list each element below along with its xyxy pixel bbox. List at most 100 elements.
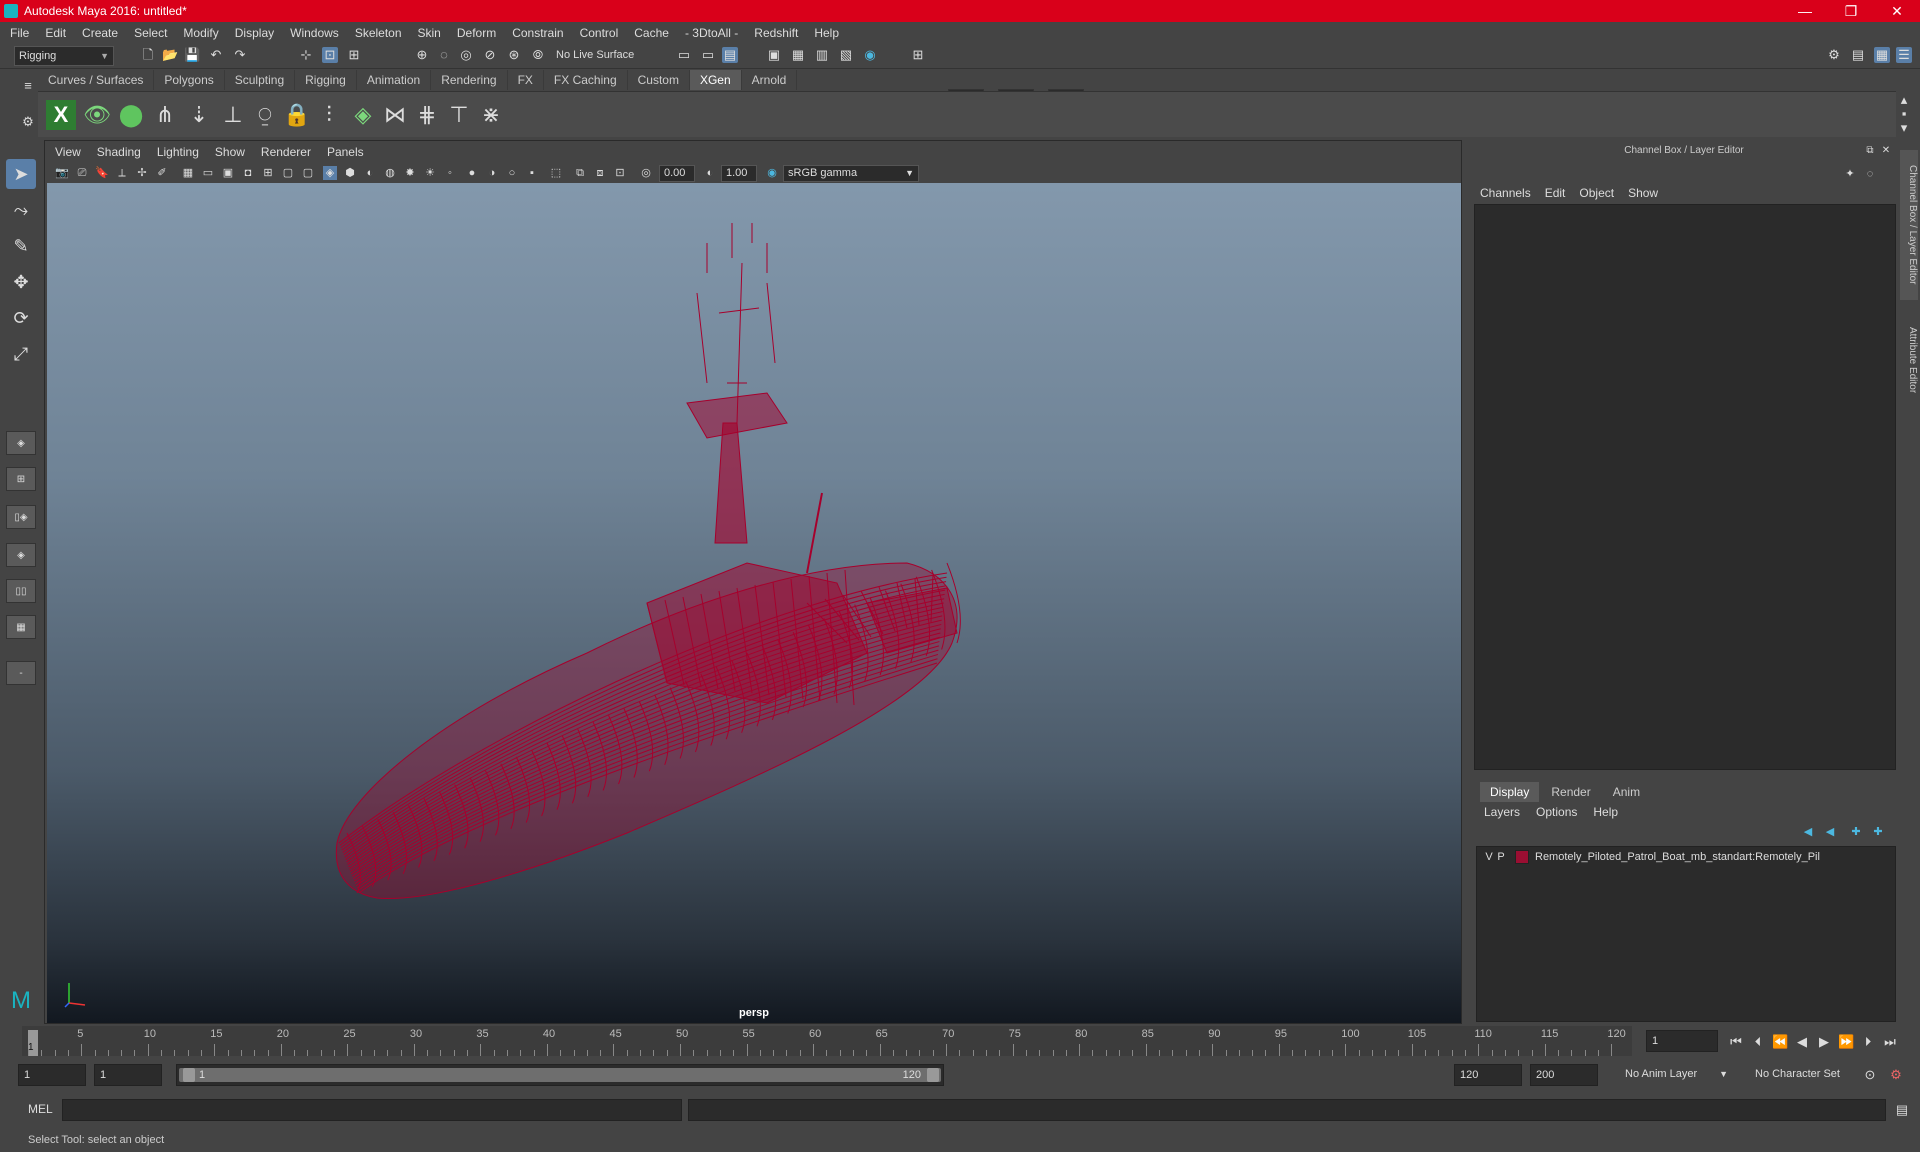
shelf-settings-icon[interactable]: ⚙	[20, 114, 36, 130]
step-forward-frame-icon[interactable]: ⏵	[1860, 1034, 1876, 1050]
layer-playback-toggle[interactable]: P	[1495, 851, 1507, 863]
auto-key-icon[interactable]: ⊙	[1862, 1067, 1878, 1083]
hypershade-icon[interactable]: ◉	[862, 47, 878, 63]
xgen-collection-icon[interactable]: ⬤	[116, 100, 146, 130]
channel-box-area[interactable]	[1474, 204, 1896, 770]
menu-modify[interactable]: Modify	[183, 26, 218, 40]
animation-end-field[interactable]: 200	[1530, 1064, 1598, 1086]
move-tool-icon[interactable]: ✥	[6, 267, 36, 297]
hypershade-persp-layout-icon[interactable]: ▦	[6, 615, 36, 639]
xgen-region-icon[interactable]: ◈	[348, 100, 378, 130]
output-ops-icon[interactable]: ▭	[700, 47, 716, 63]
select-by-object-icon[interactable]: ⊡	[322, 47, 338, 63]
input-ops-icon[interactable]: ▭	[676, 47, 692, 63]
xgen-comb-icon[interactable]: ⋕	[412, 100, 442, 130]
xgen-length-icon[interactable]: ⊤	[444, 100, 474, 130]
shelf-tab-polygons[interactable]: Polygons	[154, 70, 225, 90]
snap-view-icon[interactable]: ⊘	[482, 47, 498, 63]
shelf-tab-rigging[interactable]: Rigging	[295, 70, 357, 90]
gamma-field[interactable]: 1.00	[721, 165, 757, 182]
safe-title-icon[interactable]: ▢	[301, 166, 315, 180]
xgen-lock-guide-icon[interactable]: 🔒	[282, 100, 312, 130]
wireframe-icon[interactable]: ◈	[323, 166, 337, 180]
menu-control[interactable]: Control	[580, 26, 619, 40]
select-tool-icon[interactable]: ➤	[6, 159, 36, 189]
live-surface-field[interactable]: No Live Surface	[552, 46, 648, 66]
safe-action-icon[interactable]: ▢	[281, 166, 295, 180]
xgen-guides-icon[interactable]: ⋔	[150, 100, 180, 130]
layer-menu-layers[interactable]: Layers	[1484, 805, 1520, 819]
smooth-shade-icon[interactable]: ⬢	[343, 166, 357, 180]
layer-menu-options[interactable]: Options	[1536, 805, 1577, 819]
render-frame-icon[interactable]: ▦	[790, 47, 806, 63]
render-settings-icon[interactable]: ▣	[766, 47, 782, 63]
gate-mask-icon[interactable]: ◘	[241, 166, 255, 180]
range-end-handle[interactable]	[927, 1068, 939, 1082]
camera-attributes-icon[interactable]: ⎚	[75, 166, 89, 180]
motion-blur-icon[interactable]: ◑	[485, 166, 499, 180]
new-scene-icon[interactable]: 🗋	[140, 47, 156, 63]
default-light-icon[interactable]: ◦	[443, 166, 457, 180]
channel-box-menu-edit[interactable]: Edit	[1545, 186, 1566, 200]
snap-grid-icon[interactable]: ⊕	[414, 47, 430, 63]
menu-skeleton[interactable]: Skeleton	[355, 26, 402, 40]
speed-icon[interactable]: ◌	[1862, 166, 1878, 182]
persp-graph-layout-icon[interactable]: ◈	[6, 543, 36, 567]
shelf-tab-xgen[interactable]: XGen	[689, 70, 742, 90]
maximize-button[interactable]: ❐	[1828, 0, 1874, 22]
side-tab-attribute-editor[interactable]: Attribute Editor	[1900, 310, 1918, 410]
shelf-tab-custom[interactable]: Custom	[627, 70, 690, 90]
channel-box-menu-show[interactable]: Show	[1628, 186, 1658, 200]
undo-icon[interactable]: ↶	[208, 47, 224, 63]
xgen-delete-guide-icon[interactable]: ⋇	[476, 100, 506, 130]
film-gate-icon[interactable]: ▭	[201, 166, 215, 180]
viewport-menu-show[interactable]: Show	[215, 145, 245, 159]
scale-tool-icon[interactable]: ⤢	[6, 339, 36, 369]
screen-space-ao-icon[interactable]: ●	[465, 166, 479, 180]
channel-box-toggle-icon[interactable]: ▦	[1874, 47, 1890, 63]
anti-aliasing-icon[interactable]: ○	[505, 166, 519, 180]
layer-color-swatch[interactable]	[1515, 850, 1529, 864]
minimize-button[interactable]: —	[1782, 0, 1828, 22]
save-scene-icon[interactable]: 💾	[184, 47, 200, 63]
xgen-cut-icon[interactable]: ⋈	[380, 100, 410, 130]
make-live-icon[interactable]: ⦾	[530, 47, 546, 63]
open-scene-icon[interactable]: 📂	[162, 47, 178, 63]
menu-create[interactable]: Create	[82, 26, 118, 40]
perspective-viewport[interactable]: persp	[47, 183, 1461, 1023]
field-chart-icon[interactable]: ⊞	[261, 166, 275, 180]
shelf-tab-fx[interactable]: FX	[507, 70, 544, 90]
viewport-menu-renderer[interactable]: Renderer	[261, 145, 311, 159]
command-input[interactable]	[62, 1099, 682, 1121]
animation-preferences-icon[interactable]: ⚙	[1888, 1067, 1904, 1083]
playback-end-field[interactable]: 120	[1454, 1064, 1522, 1086]
layer-visibility-toggle[interactable]: V	[1483, 851, 1495, 863]
menu-deform[interactable]: Deform	[457, 26, 496, 40]
xgen-add-guide-icon[interactable]: ⇣	[184, 100, 214, 130]
tab-anim[interactable]: Anim	[1603, 782, 1650, 802]
menu-set-dropdown[interactable]: Rigging ▼	[14, 46, 114, 66]
use-all-lights-icon[interactable]: ✸	[403, 166, 417, 180]
character-set-dropdown[interactable]: No Character Set	[1750, 1064, 1870, 1086]
shelf-tab-arnold[interactable]: Arnold	[741, 70, 798, 90]
color-management-icon[interactable]: ◉	[765, 166, 779, 180]
xray-icon[interactable]: ⧉	[573, 166, 587, 180]
new-layer-icon[interactable]: ✚	[1848, 824, 1864, 840]
xgen-editor-icon[interactable]: X	[46, 100, 76, 130]
menu-redshift[interactable]: Redshift	[754, 26, 798, 40]
go-to-start-icon[interactable]: ⏮	[1728, 1034, 1744, 1050]
exposure-icon[interactable]: ◎	[639, 166, 653, 180]
menu-select[interactable]: Select	[134, 26, 167, 40]
new-layer-selected-icon[interactable]: ✚	[1870, 824, 1886, 840]
attribute-editor-toggle-icon[interactable]: ▤	[1850, 47, 1866, 63]
transform-constraint-icon[interactable]: ⊞	[910, 47, 926, 63]
exposure-field[interactable]: 0.00	[659, 165, 695, 182]
menu-skin[interactable]: Skin	[418, 26, 441, 40]
camera-select-icon[interactable]: 📷	[55, 166, 69, 180]
viewport-menu-lighting[interactable]: Lighting	[157, 145, 199, 159]
step-back-key-icon[interactable]: ⏪	[1772, 1034, 1788, 1050]
four-view-layout-icon[interactable]: ⊞	[6, 467, 36, 491]
float-panel-icon[interactable]: ⧉	[1862, 143, 1878, 159]
close-panel-icon[interactable]: ✕	[1878, 143, 1894, 159]
menu-file[interactable]: File	[10, 26, 29, 40]
